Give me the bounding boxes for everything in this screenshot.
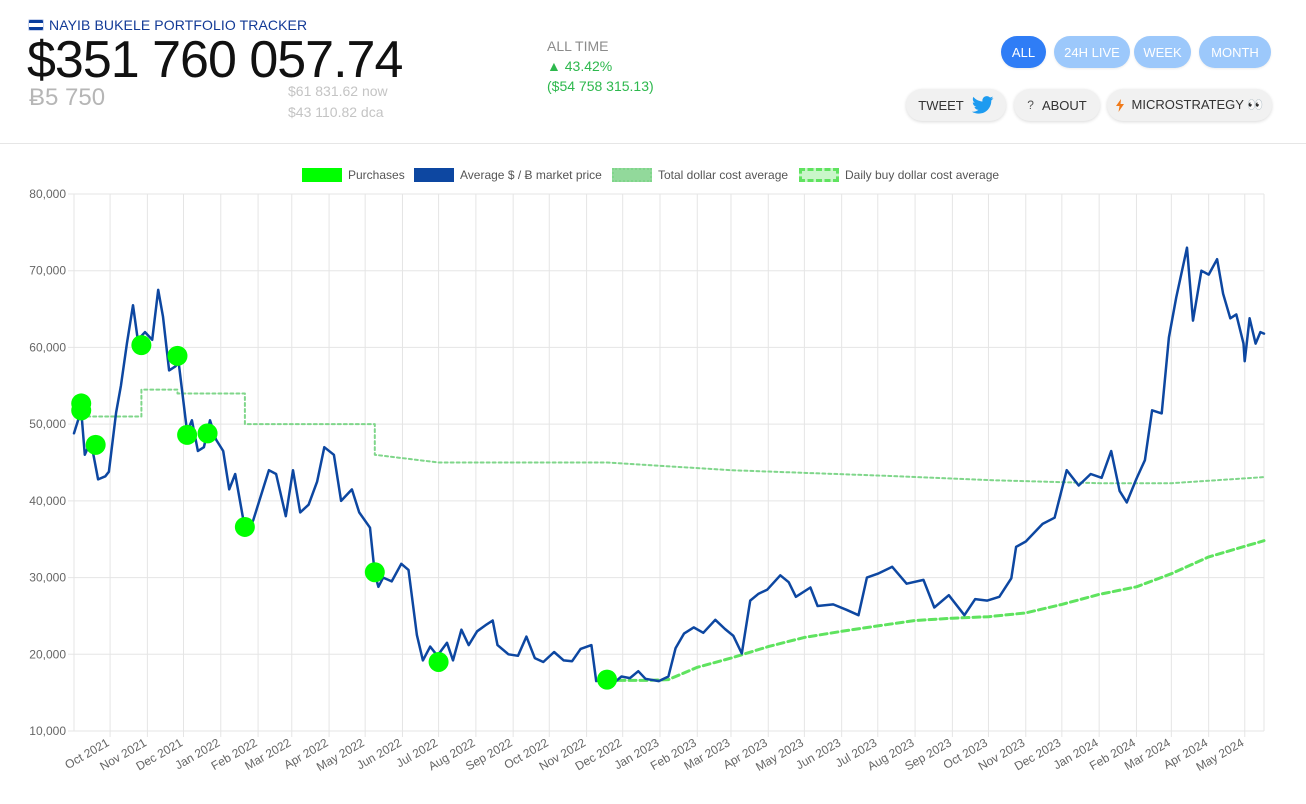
- y-tick-label: 10,000: [29, 724, 66, 738]
- y-tick-label: 80,000: [29, 187, 66, 201]
- range-month-button[interactable]: MONTH: [1199, 36, 1271, 68]
- legend-item-total-dca[interactable]: Total dollar cost average: [612, 168, 788, 182]
- purchase-point: [234, 516, 255, 537]
- alltime-usd: ($54 758 315.13): [547, 78, 654, 94]
- purchase-point: [364, 562, 385, 583]
- y-tick-label: 70,000: [29, 264, 66, 278]
- portfolio-value: $351 760 057.74: [27, 31, 403, 89]
- price-now-value: $61 831.62: [288, 83, 359, 99]
- legend-swatch-market-price: [414, 168, 454, 182]
- purchase-point: [131, 335, 152, 356]
- purchase-point: [428, 651, 449, 672]
- range-all-button[interactable]: ALL: [1001, 36, 1046, 68]
- microstrategy-button[interactable]: MICROSTRATEGY 👀: [1107, 89, 1272, 121]
- price-dca-suffix: dca: [360, 104, 384, 120]
- price-dca-value: $43 110.82: [288, 104, 358, 120]
- legend-swatch-purchases: [302, 168, 342, 182]
- purchase-point: [167, 345, 188, 366]
- lightning-icon: [1115, 98, 1124, 112]
- legend-label-total-dca: Total dollar cost average: [658, 168, 789, 182]
- alltime-label: ALL TIME: [547, 38, 609, 54]
- btc-amount: Ƀ5 750: [29, 84, 106, 111]
- alltime-percent: ▲ 43.42%: [547, 58, 613, 74]
- daily-dca-line: [605, 539, 1266, 682]
- purchase-point: [71, 393, 92, 414]
- microstrategy-label: MICROSTRATEGY 👀: [1131, 97, 1264, 112]
- legend-label-market-price: Average $ / Ƀ market price: [460, 168, 602, 182]
- legend-item-market-price[interactable]: Average $ / Ƀ market price: [414, 168, 602, 182]
- tweet-label: TWEET: [918, 97, 964, 113]
- price-now: $61 831.62 now: [288, 83, 388, 99]
- legend-label-daily-dca: Daily buy dollar cost average: [845, 168, 1000, 182]
- price-dca: $43 110.82 dca: [288, 104, 384, 120]
- legend-label-purchases: Purchases: [348, 168, 405, 182]
- range-week-button[interactable]: WEEK: [1134, 36, 1191, 68]
- twitter-bird-icon: [971, 96, 994, 114]
- about-label: ABOUT: [1041, 97, 1087, 113]
- range-24h-live-button[interactable]: 24H LIVE: [1054, 36, 1130, 68]
- question-mark-icon: ?: [1027, 98, 1034, 112]
- tweet-button[interactable]: TWEET: [906, 89, 1006, 121]
- purchase-point: [197, 423, 218, 444]
- price-now-suffix: now: [361, 83, 388, 99]
- legend-item-purchases[interactable]: Purchases: [302, 168, 405, 182]
- y-tick-label: 50,000: [29, 417, 66, 431]
- y-tick-label: 20,000: [29, 647, 66, 661]
- purchase-point: [177, 424, 198, 445]
- about-button[interactable]: ? ABOUT: [1014, 89, 1100, 121]
- y-tick-label: 60,000: [29, 340, 66, 354]
- y-tick-label: 30,000: [29, 571, 66, 585]
- legend-item-daily-dca[interactable]: Daily buy dollar cost average: [799, 168, 999, 182]
- purchase-point: [597, 669, 618, 690]
- header: NAYIB BUKELE PORTFOLIO TRACKER $351 760 …: [0, 0, 1306, 144]
- legend-swatch-total-dca: [612, 168, 652, 182]
- total-dca-line: [80, 388, 1265, 485]
- purchase-point: [85, 434, 106, 455]
- portfolio-chart: 10,000 20,000 30,000 40,000 50,000 60,000 70,0…: [29, 187, 1266, 774]
- y-tick-label: 40,000: [29, 494, 66, 508]
- legend-swatch-daily-dca: [799, 168, 839, 182]
